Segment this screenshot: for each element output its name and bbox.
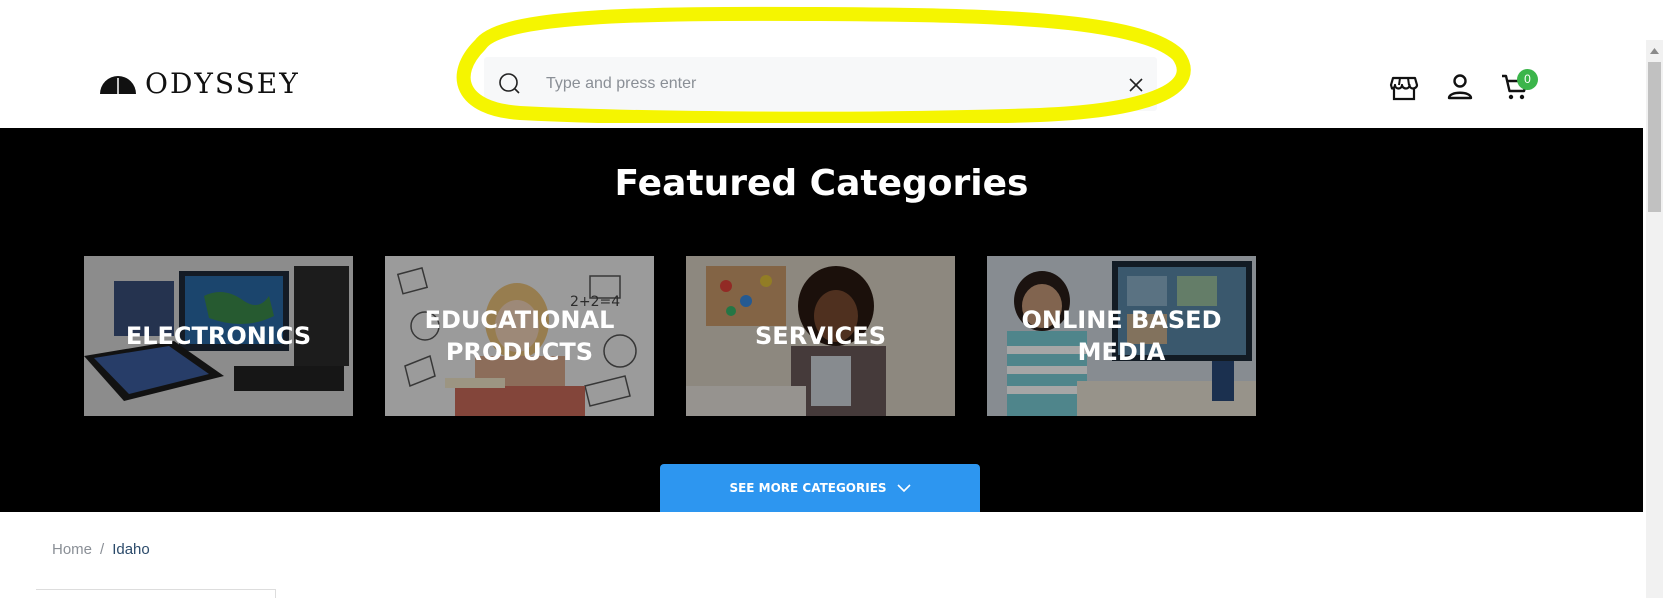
see-more-categories-button[interactable]: SEE MORE CATEGORIES <box>660 464 980 512</box>
close-icon[interactable] <box>1127 76 1145 94</box>
search-input[interactable] <box>546 57 1106 111</box>
logo-text: ODYSSEY <box>145 67 300 100</box>
cart-count-badge: 0 <box>1517 69 1538 90</box>
breadcrumb: Home / Idaho <box>52 541 150 558</box>
logo-mark-icon <box>100 76 136 94</box>
sidebar-panel <box>36 589 276 598</box>
section-title: Featured Categories <box>614 163 1029 204</box>
category-label: ONLINE BASED MEDIA <box>987 256 1256 416</box>
page: ODYSSEY Type and press enter 0 Featured … <box>0 0 1663 598</box>
category-label-line1: EDUCATIONAL <box>424 306 615 334</box>
category-card-educational-products[interactable]: 2+2=4 EDUCATIONAL PRODUCTS <box>385 256 654 416</box>
category-label-line1: ONLINE BASED <box>1021 306 1222 334</box>
category-card-electronics[interactable]: ELECTRONICS <box>84 256 353 416</box>
category-label: SERVICES <box>686 256 955 416</box>
chevron-down-icon <box>896 484 911 493</box>
see-more-label: SEE MORE CATEGORIES <box>729 481 887 495</box>
category-label: EDUCATIONAL PRODUCTS <box>385 256 654 416</box>
breadcrumb-current: Idaho <box>112 541 150 558</box>
user-icon[interactable] <box>1445 72 1475 102</box>
search-bar[interactable] <box>484 57 1157 111</box>
breadcrumb-separator: / <box>100 541 105 558</box>
category-label-line1: SERVICES <box>755 322 886 350</box>
store-icon[interactable] <box>1389 72 1419 102</box>
category-card-online-based-media[interactable]: ONLINE BASED MEDIA <box>987 256 1256 416</box>
search-icon[interactable] <box>498 72 522 96</box>
category-label-line2: PRODUCTS <box>445 338 594 366</box>
category-card-services[interactable]: SERVICES <box>686 256 955 416</box>
category-label-line2: MEDIA <box>1077 338 1166 366</box>
scrollbar-thumb[interactable] <box>1648 62 1661 212</box>
breadcrumb-home-link[interactable]: Home <box>52 541 92 558</box>
category-label-line1: ELECTRONICS <box>125 322 312 350</box>
category-label: ELECTRONICS <box>84 256 353 416</box>
site-header: ODYSSEY Type and press enter 0 <box>0 0 1643 128</box>
scroll-up-arrow-icon[interactable] <box>1648 46 1661 56</box>
logo[interactable]: ODYSSEY <box>99 70 300 98</box>
